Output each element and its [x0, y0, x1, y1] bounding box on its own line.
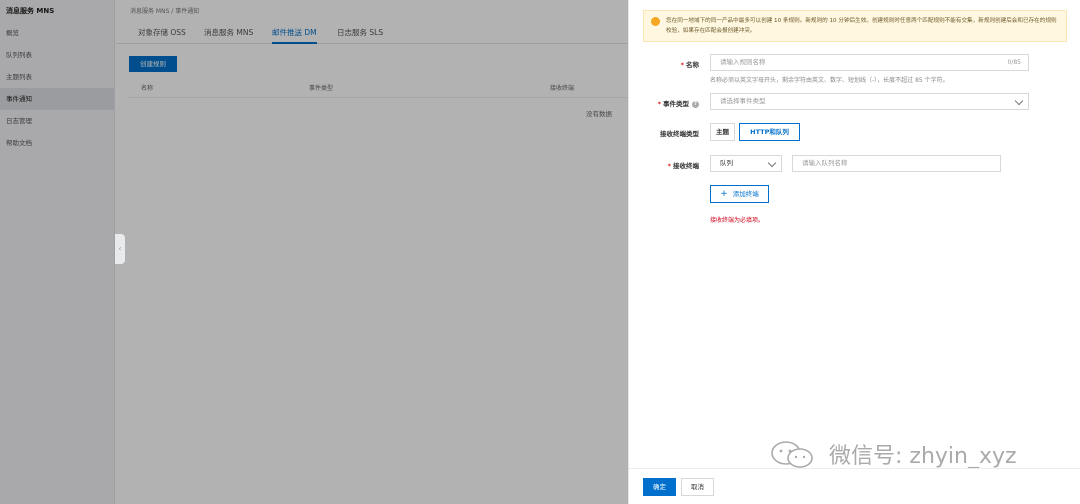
event-type-label: * 事件类型?	[629, 98, 699, 108]
endpoint-type-topic[interactable]: 主题	[710, 123, 735, 141]
chevron-down-icon	[767, 158, 777, 168]
notice-text: 您在同一地域下的同一产品中最多可以创建 10 条规则。新规则的 10 分钟后生效…	[666, 18, 1057, 34]
drawer-footer: 确定 取消	[629, 468, 1080, 504]
name-char-counter: 0/85	[1007, 59, 1021, 66]
name-input[interactable]: 请输入规则名称 0/85	[710, 54, 1029, 71]
endpoint-kind-select[interactable]: 队列	[710, 155, 782, 172]
modal-overlay[interactable]	[0, 0, 628, 504]
name-label: * 名称	[680, 61, 699, 69]
confirm-button[interactable]: 确定	[643, 478, 676, 496]
endpoint-error-message: 接收终端为必填项。	[710, 217, 765, 224]
endpoint-type-label: 接收终端类型	[660, 130, 699, 138]
sidebar-collapse-handle[interactable]: ‹	[115, 234, 125, 264]
endpoint-label: * 接收终端	[667, 162, 699, 170]
add-endpoint-button[interactable]: + 添加终端	[710, 185, 769, 203]
watermark-text: 微信号: zhyin_xyz	[829, 444, 1017, 469]
endpoint-type-http-queue[interactable]: HTTP和队列	[739, 123, 800, 141]
event-type-select[interactable]: 请选择事件类型	[710, 93, 1029, 110]
cancel-button[interactable]: 取消	[681, 478, 714, 496]
plus-icon: +	[720, 189, 728, 199]
notice-banner: 您在同一地域下的同一产品中最多可以创建 10 条规则。新规则的 10 分钟后生效…	[643, 10, 1067, 42]
queue-name-input[interactable]: 请输入队列名称	[792, 155, 1001, 172]
chevron-down-icon	[1014, 96, 1024, 106]
wechat-icon	[771, 441, 813, 468]
help-icon[interactable]: ?	[692, 100, 699, 108]
create-rule-drawer: 您在同一地域下的同一产品中最多可以创建 10 条规则。新规则的 10 分钟后生效…	[628, 0, 1080, 504]
warning-icon	[651, 17, 660, 26]
name-help-text: 名称必须以英文字母开头，剩余字符由英文、数字、短划线（-），长度不超过 85 个…	[710, 77, 949, 84]
